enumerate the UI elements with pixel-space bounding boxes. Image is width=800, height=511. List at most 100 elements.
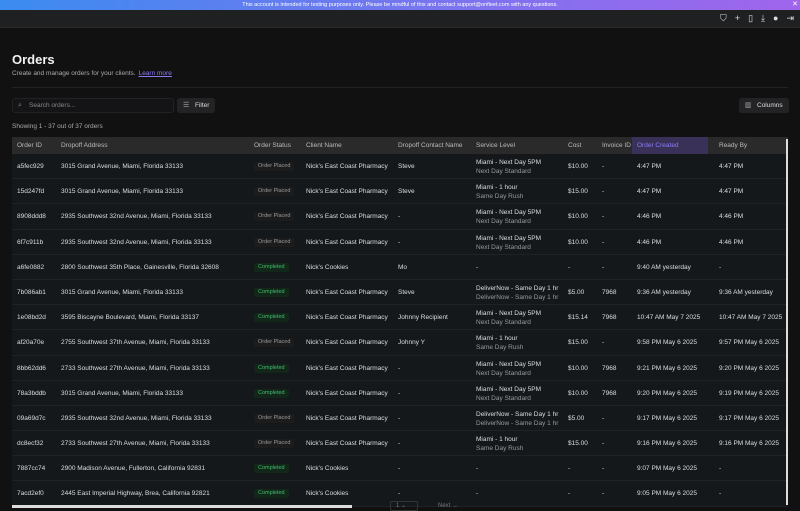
order-id: 15d247fd [17, 188, 45, 196]
page-select[interactable]: 1 ⌄ [390, 501, 418, 511]
column-header-invoice-id[interactable]: Invoice ID [602, 137, 631, 154]
service-level-name: Miami - Next Day 5PM [476, 360, 542, 368]
cost: $10.00 [568, 364, 588, 372]
status-badge: Order Placed [254, 237, 295, 247]
order-created: 9:36 AM yesterday [637, 288, 691, 296]
ready-by: 4:46 PM [719, 213, 744, 221]
columns-label: Columns [757, 102, 783, 109]
cost: - [568, 263, 571, 271]
cost: - [568, 490, 571, 498]
table-row[interactable]: 15d247fd 3015 Grand Avenue, Miami, Florid… [12, 179, 788, 205]
banner-text: This account is intended for testing pur… [242, 2, 558, 8]
service-level-type: Next Day Standard [476, 319, 531, 327]
order-id: 1e08bd2d [17, 314, 46, 322]
contact-name: Steve [398, 188, 415, 196]
service-level-type: Next Day Standard [476, 168, 531, 175]
table-row[interactable]: a5fec929 3015 Grand Avenue, Miami, Florid… [12, 154, 788, 180]
order-created: 9:16 PM May 6 2025 [637, 440, 697, 448]
search-input[interactable]: ⌕ Search orders... [12, 98, 174, 113]
order-id: 8bb62dd6 [17, 364, 46, 372]
table-row[interactable]: 78a3bddb 3015 Grand Avenue, Miami, Florid… [12, 380, 788, 406]
service-level-name: DeliverNow - Same Day 1 hr [476, 284, 559, 292]
invoice-id: 7968 [602, 314, 617, 322]
top-toolbar: ⛉ + ▯ ⤓ ● ⇥ [0, 10, 800, 28]
learn-more-link[interactable]: Learn more [139, 70, 172, 77]
download-icon[interactable]: ⤓ [761, 13, 765, 24]
column-header-dropoff-address[interactable]: Dropoff Address [61, 137, 108, 154]
invoice-id: 7968 [602, 364, 617, 372]
client-name: Nick's Cookies [306, 263, 349, 271]
column-header-ready-by[interactable]: Ready By [719, 137, 747, 154]
table-row[interactable]: 1e08bd2d 3595 Biscayne Boulevard, Miami, … [12, 305, 788, 331]
dropoff-address: 2733 Southwest 27th Avenue, Miami, Flori… [61, 364, 210, 372]
order-created: 9:07 PM May 6 2025 [637, 465, 697, 473]
shield-check-icon[interactable]: ⛉ [720, 13, 727, 24]
service-level-name: Miami - Next Day 5PM [476, 234, 542, 242]
table-row[interactable]: 8908ddd8 2935 Southwest 32nd Avenue, Miam… [12, 204, 788, 230]
column-header-order-id[interactable]: Order ID [17, 137, 42, 154]
service-level: - [476, 263, 479, 271]
status-badge: Completed [254, 313, 289, 323]
dropoff-address: 2445 East Imperial Highway, Brea, Califo… [61, 490, 210, 498]
columns-icon: ▥ [745, 102, 752, 109]
service-level-name: Miami - 1 hour [476, 335, 518, 343]
status-badge: Completed [254, 363, 289, 373]
table-row[interactable]: 09a69d7c 2935 Southwest 32nd Avenue, Miam… [12, 405, 788, 432]
ready-by: 4:46 PM [719, 238, 744, 246]
table-row[interactable]: 7b086ab1 3015 Grand Avenue, Miami, Florid… [12, 279, 788, 306]
service-level-name: Miami - 1 hour [476, 436, 518, 444]
order-id: 8908ddd8 [17, 213, 46, 221]
dropoff-address: 2733 Southwest 27th Avenue, Miami, Flori… [61, 440, 210, 448]
status-badge: Order Placed [254, 439, 295, 449]
close-banner-icon[interactable]: ✕ [792, 0, 798, 10]
table-row[interactable]: 6f7c911b 2935 Southwest 32nd Avenue, Miam… [12, 229, 788, 255]
service-level: DeliverNow - Same Day 1 hr DeliverNow - S… [476, 410, 558, 428]
service-level-name: DeliverNow - Same Day 1 hr [476, 410, 559, 418]
plus-icon[interactable]: + [735, 13, 740, 24]
cost: $5.00 [568, 414, 585, 422]
column-header-service-level[interactable]: Service Level [476, 137, 515, 154]
contact-name: - [398, 465, 401, 473]
order-id: 7887cc74 [17, 465, 46, 473]
help-icon[interactable]: ● [773, 13, 778, 24]
table-row[interactable]: dc8ecf32 2733 Southwest 27th Avenue, Miam… [12, 431, 788, 457]
column-header-dropoff-contact-name[interactable]: Dropoff Contact Name [398, 137, 463, 154]
service-level-name: Miami - Next Day 5PM [476, 385, 542, 393]
logout-icon[interactable]: ⇥ [786, 13, 794, 24]
cost: $15.00 [568, 440, 588, 448]
service-level-type: Same Day Rush [476, 193, 524, 201]
test-account-banner: This account is intended for testing pur… [0, 0, 800, 10]
column-header-order-status[interactable]: Order Status [254, 137, 291, 154]
columns-button[interactable]: ▥ Columns [739, 98, 789, 113]
status-badge: Completed [254, 388, 289, 398]
table-row[interactable]: 8bb62dd6 2733 Southwest 27th Avenue, Miam… [12, 355, 788, 381]
service-level: Miami - Next Day 5PM Next Day Standard [476, 234, 541, 252]
next-page-button[interactable]: Next → [438, 503, 478, 509]
service-level: Miami - 1 hour Same Day Rush [476, 183, 523, 201]
column-header-order-created[interactable]: Order Created [632, 137, 708, 154]
client-name: Nick's East Coast Pharmacy [306, 440, 388, 448]
cost: $10.00 [568, 238, 588, 246]
table-row[interactable]: af20a70e 2755 Southwest 37th Avenue, Miam… [12, 330, 788, 356]
invoice-id: - [602, 414, 605, 422]
ready-by: 10:47 AM May 7 2025 [719, 314, 783, 322]
table-row[interactable]: 7887cc74 2900 Madison Avenue, Fullerton, … [12, 456, 788, 482]
vertical-scrollbar[interactable] [786, 139, 788, 505]
invoice-id: - [602, 163, 605, 170]
client-name: Nick's East Coast Pharmacy [306, 238, 388, 246]
order-id: dc8ecf32 [17, 440, 44, 448]
ready-by: 9:57 PM May 6 2025 [719, 339, 779, 347]
status-badge: Order Placed [254, 413, 295, 423]
status-badge: Completed [254, 489, 289, 499]
column-header-cost[interactable]: Cost [568, 137, 581, 154]
invoice-id: - [602, 188, 605, 196]
order-created: 4:47 PM [637, 163, 662, 170]
filter-button[interactable]: ☰ Filter [177, 98, 216, 113]
page-title: Orders [12, 52, 55, 67]
filter-label: Filter [195, 102, 210, 109]
service-level-type: DeliverNow - Same Day 1 hr [476, 419, 559, 427]
document-icon[interactable]: ▯ [748, 13, 753, 24]
column-header-client-name[interactable]: Client Name [306, 137, 342, 154]
invoice-id: 7968 [602, 389, 617, 397]
table-row[interactable]: a6fe0882 2800 Southwest 35th Place, Gaine… [12, 254, 788, 280]
